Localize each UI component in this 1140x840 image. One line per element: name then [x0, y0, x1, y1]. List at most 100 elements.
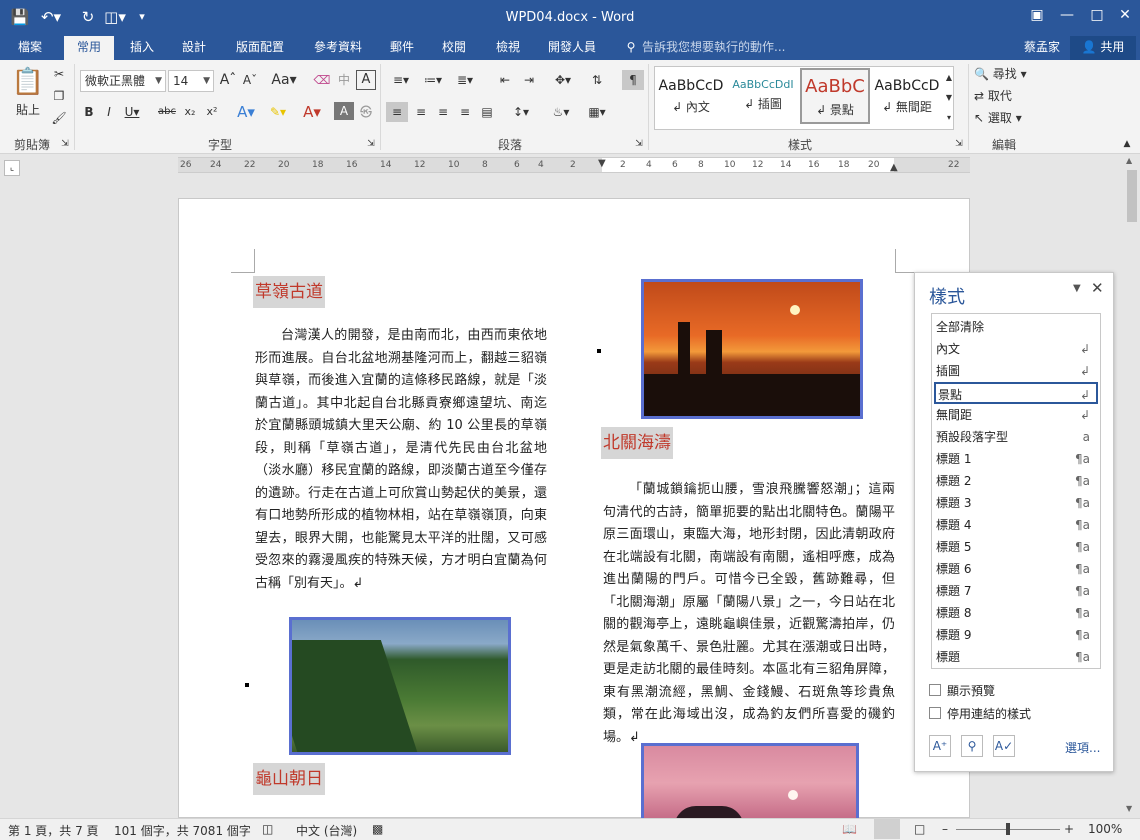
options-link[interactable]: 選項...: [1065, 739, 1100, 756]
align-center-icon[interactable]: ≡: [410, 102, 432, 122]
tab-developer[interactable]: 開發人員: [538, 36, 606, 60]
macro-icon[interactable]: ▩: [372, 822, 383, 836]
paragraph-caoling[interactable]: 台灣漢人的開發，是由南而北，由西而東依地形而進展。自台北盆地溯基隆河而上，翻越三…: [255, 325, 547, 595]
zoom-slider-thumb[interactable]: [1006, 823, 1010, 835]
ribbon-options-icon[interactable]: ▣: [1022, 0, 1052, 30]
bold-icon[interactable]: B: [80, 102, 98, 122]
asian-layout-icon[interactable]: ✥▾: [548, 70, 578, 90]
style-item-heading-9[interactable]: 標題 9 ¶a: [936, 624, 1096, 646]
change-case-icon[interactable]: Aa▾: [268, 70, 300, 90]
tab-layout[interactable]: 版面配置: [226, 36, 294, 60]
align-right-icon[interactable]: ≡: [432, 102, 454, 122]
vertical-scrollbar[interactable]: ▲ ▼: [1124, 154, 1140, 818]
style-item-scenic[interactable]: 景點 ↲: [934, 382, 1098, 404]
cut-icon[interactable]: ✂: [48, 64, 70, 84]
style-item-no-spacing[interactable]: 無間距 ↲: [936, 404, 1096, 426]
zoom-level[interactable]: 100%: [1088, 822, 1122, 836]
tab-home[interactable]: 常用: [64, 36, 114, 60]
line-spacing-icon[interactable]: ↕▾: [506, 102, 536, 122]
style-item-heading-5[interactable]: 標題 5 ¶a: [936, 536, 1096, 558]
show-preview-checkbox[interactable]: [929, 684, 941, 696]
select-button[interactable]: ↖ 選取 ▾: [974, 108, 1044, 128]
pane-menu-icon[interactable]: ▼: [1073, 283, 1081, 294]
style-item-default-font[interactable]: 預設段落字型 a: [936, 426, 1096, 448]
clipboard-launcher-icon[interactable]: ⇲: [60, 136, 70, 152]
collapse-ribbon-icon[interactable]: ▲: [1120, 136, 1134, 152]
copy-icon[interactable]: ❐: [48, 86, 70, 106]
style-item-heading-3[interactable]: 標題 3 ¶a: [936, 492, 1096, 514]
increase-indent-icon[interactable]: ⇥: [518, 70, 540, 90]
page-count[interactable]: 第 1 頁，共 7 頁: [8, 822, 99, 839]
find-button[interactable]: 🔍 尋找 ▾: [974, 64, 1044, 84]
word-count[interactable]: 101 個字，共 7081 個字: [114, 822, 251, 839]
user-name[interactable]: 蔡孟家: [1020, 36, 1064, 60]
style-item-title[interactable]: 標題 ¶a: [936, 646, 1096, 668]
multilevel-list-icon[interactable]: ≣▾: [450, 70, 480, 90]
close-icon[interactable]: ✕: [1091, 279, 1104, 297]
scroll-up-icon[interactable]: ▲: [1126, 156, 1132, 165]
tab-review[interactable]: 校閱: [432, 36, 476, 60]
paragraph-launcher-icon[interactable]: ⇲: [634, 136, 644, 152]
style-card-illustration[interactable]: AaBbCcDdI ↲ 插圖: [728, 68, 798, 124]
scroll-down-icon[interactable]: ▼: [1126, 804, 1132, 813]
tab-design[interactable]: 設計: [172, 36, 216, 60]
style-item-heading-4[interactable]: 標題 4 ¶a: [936, 514, 1096, 536]
style-inspector-icon[interactable]: ⚲: [961, 735, 983, 757]
gallery-down-icon[interactable]: ▼: [944, 88, 954, 108]
style-card-normal[interactable]: AaBbCcD ↲ 內文: [656, 68, 726, 124]
mountain-photo[interactable]: [289, 617, 511, 755]
style-item-illustration[interactable]: 插圖 ↲: [936, 360, 1096, 382]
style-item-heading-2[interactable]: 標題 2 ¶a: [936, 470, 1096, 492]
format-painter-icon[interactable]: 🖌: [48, 108, 70, 128]
indent-marker[interactable]: ▼: [598, 158, 606, 169]
character-shading-icon[interactable]: A: [334, 102, 354, 120]
manage-styles-icon[interactable]: A✓: [993, 735, 1015, 757]
decrease-indent-icon[interactable]: ⇤: [494, 70, 516, 90]
align-left-icon[interactable]: ≡: [386, 102, 408, 122]
text-effects-icon[interactable]: A▾: [232, 102, 260, 122]
style-card-scenic[interactable]: AaBbC ↲ 景點: [800, 68, 870, 124]
sort-icon[interactable]: ⇅: [586, 70, 608, 90]
style-item-heading-7[interactable]: 標題 7 ¶a: [936, 580, 1096, 602]
heading-caoling[interactable]: 草嶺古道: [253, 276, 325, 308]
document-page[interactable]: 草嶺古道 台灣漢人的開發，是由南而北，由西而東依地形而進展。自台北盆地溯基隆河而…: [178, 198, 970, 823]
highlight-icon[interactable]: ✎▾: [264, 102, 292, 122]
style-item-heading-8[interactable]: 標題 8 ¶a: [936, 602, 1096, 624]
style-item-clear[interactable]: 全部清除: [936, 316, 1096, 338]
gallery-up-icon[interactable]: ▲: [944, 68, 954, 88]
maximize-icon[interactable]: □: [1082, 0, 1112, 30]
tab-file[interactable]: 檔案: [8, 36, 52, 60]
language[interactable]: 中文 (台灣): [296, 822, 357, 839]
clear-formatting-icon[interactable]: ⌫: [312, 70, 332, 90]
style-card-no-spacing[interactable]: AaBbCcD ↲ 無間距: [872, 68, 942, 124]
shrink-font-icon[interactable]: Aˇ: [240, 70, 260, 90]
paste-button[interactable]: 貼上: [8, 100, 48, 120]
shading-icon[interactable]: ♨▾: [546, 102, 576, 122]
zoom-out-icon[interactable]: –: [942, 822, 948, 836]
font-launcher-icon[interactable]: ⇲: [366, 136, 376, 152]
tab-references[interactable]: 參考資料: [304, 36, 372, 60]
show-marks-icon[interactable]: ¶: [622, 70, 644, 90]
borders-icon[interactable]: ▦▾: [582, 102, 612, 122]
subscript-icon[interactable]: x₂: [180, 102, 200, 122]
tab-insert[interactable]: 插入: [120, 36, 164, 60]
enclose-characters-icon[interactable]: ㉿: [356, 102, 376, 122]
justify-icon[interactable]: ≡: [454, 102, 476, 122]
paragraph-beiguan[interactable]: 「蘭城鎖鑰扼山腰，雪浪飛騰響怒潮」；這兩句清代的古詩，簡單扼要的點出北關特色。蘭…: [603, 479, 895, 749]
tab-view[interactable]: 檢視: [486, 36, 530, 60]
character-border-icon[interactable]: A: [356, 70, 376, 90]
styles-launcher-icon[interactable]: ⇲: [954, 136, 964, 152]
superscript-icon[interactable]: x²: [202, 102, 222, 122]
close-icon[interactable]: ✕: [1110, 0, 1140, 30]
horizontal-ruler[interactable]: 26 24 22 20 18 16 14 12 10 8 6 4 2 2 4 6…: [178, 157, 970, 173]
read-mode-icon[interactable]: 📖: [842, 822, 857, 836]
scroll-thumb[interactable]: [1127, 170, 1137, 222]
paste-icon[interactable]: 📋: [10, 64, 46, 100]
distributed-icon[interactable]: ▤: [476, 102, 498, 122]
grow-font-icon[interactable]: Aˆ: [218, 70, 238, 90]
style-item-heading-1[interactable]: 標題 1 ¶a: [936, 448, 1096, 470]
underline-icon[interactable]: U▾: [120, 102, 144, 122]
heading-guishan[interactable]: 龜山朝日: [253, 763, 325, 795]
proofing-icon[interactable]: ◫: [262, 822, 273, 836]
web-layout-icon[interactable]: □: [914, 822, 925, 836]
